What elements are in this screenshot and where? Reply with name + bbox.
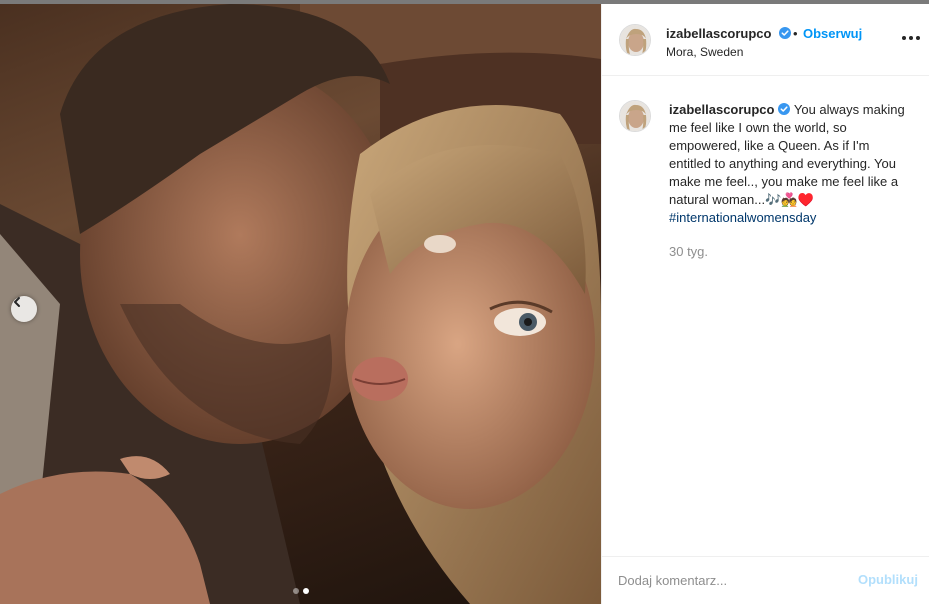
post-header: izabellascorupco • Obserwuj Mora, Sweden [602,4,929,76]
more-dot [902,36,906,40]
caption-author-avatar[interactable] [619,100,651,132]
selfie-photo-illustration [0,4,601,604]
hashtag-link[interactable]: #internationalwomensday [669,210,816,225]
post-timestamp[interactable]: 30 tyg. [669,244,708,259]
author-username-text: izabellascorupco [666,26,772,41]
carousel-dot-2-active [303,588,309,594]
carousel-prev-button[interactable] [11,296,37,322]
avatar-image [620,25,650,55]
follow-button[interactable]: Obserwuj [803,26,862,41]
avatar-image [620,101,650,131]
chevron-left-icon [14,297,20,307]
more-dot [916,36,920,40]
more-dot [909,36,913,40]
post-location-link[interactable]: Mora, Sweden [666,45,743,59]
more-options-icon[interactable] [902,31,920,45]
post-sidebar: izabellascorupco • Obserwuj Mora, Sweden… [601,4,929,604]
verified-badge-icon [778,103,791,115]
carousel-dot-1 [293,588,299,594]
caption-username[interactable]: izabellascorupco [669,102,774,117]
comment-bar: Opublikuj [602,556,929,604]
comment-input[interactable] [618,569,838,591]
carousel-indicator [293,588,309,594]
post-photo[interactable] [0,4,601,604]
author-username[interactable]: izabellascorupco [666,26,792,41]
post-caption: izabellascorupco You always making me fe… [669,101,909,227]
header-separator: • [793,26,798,41]
caption-text: You always making me feel like I own the… [669,102,905,207]
author-avatar[interactable] [619,24,651,56]
caption-section: izabellascorupco You always making me fe… [602,76,929,556]
publish-comment-button[interactable]: Opublikuj [858,572,918,587]
verified-badge-icon [779,27,792,39]
